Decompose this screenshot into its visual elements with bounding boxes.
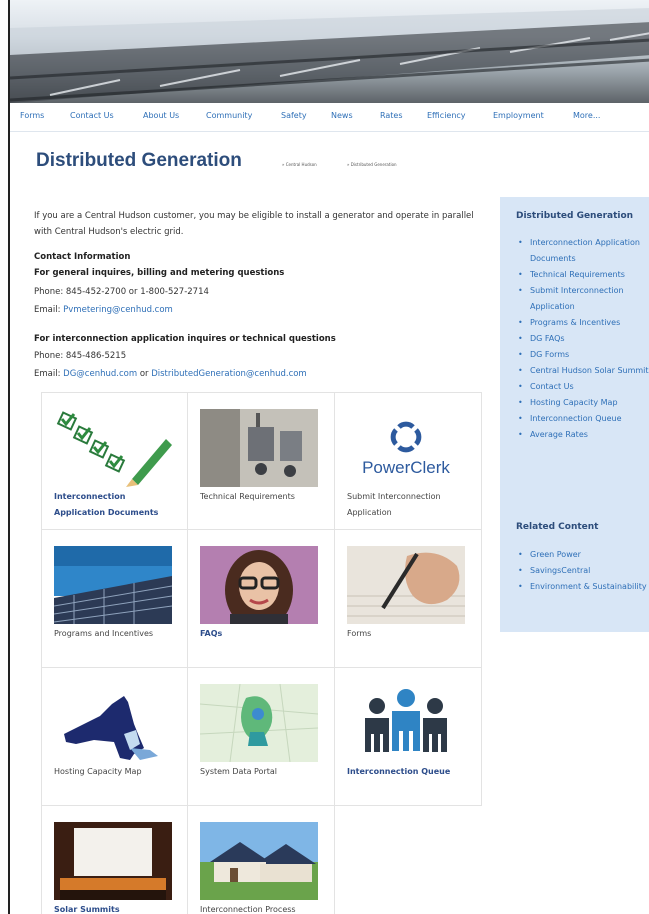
sidebar: Distributed Generation Interconnection A… [500,197,649,632]
tile-interconnection-process[interactable]: Interconnection Process [188,806,335,914]
electrical-panel-icon [200,409,318,487]
tile-submit-application[interactable]: PowerClerk Submit Interconnection Applic… [335,392,482,530]
tile-label[interactable]: System Data Portal [200,764,325,780]
tile-label[interactable]: Hosting Capacity Map [54,764,179,780]
hand-writing-icon [347,546,465,624]
person-headset-icon [200,546,318,624]
general-email-line: Email: Pvmetering@cenhud.com [34,305,173,315]
technical-email-link-2[interactable]: DistributedGeneration@cenhud.com [151,369,307,379]
solar-array-icon [54,546,172,624]
sidebar-item-dg-forms[interactable]: DG Forms [518,347,649,363]
tile-label[interactable]: Technical Requirements [200,489,325,505]
sidebar-item-dg-faqs[interactable]: DG FAQs [518,331,649,347]
sidebar-item-interconnection-documents[interactable]: Interconnection Application Documents [518,235,649,267]
tile-interconnection-documents[interactable]: Interconnection Application Documents [41,392,188,530]
nav-rates[interactable]: Rates [380,111,403,120]
tile-label[interactable]: Submit Interconnection Application [347,489,472,521]
technical-phone: Phone: 845-486-5215 [34,351,127,361]
related-item-green-power[interactable]: Green Power [518,547,649,563]
sidebar-heading: Distributed Generation [516,211,634,221]
page-title: Distributed Generation [36,150,242,171]
checklist-icon [54,409,172,487]
tile-faqs[interactable]: FAQs [188,530,335,668]
sidebar-item-submit-application[interactable]: Submit Interconnection Application [518,283,649,315]
tile-interconnection-queue[interactable]: Interconnection Queue [335,668,482,806]
tile-system-data-portal[interactable]: System Data Portal [188,668,335,806]
sidebar-item-average-rates[interactable]: Average Rates [518,427,649,443]
tile-technical-requirements[interactable]: Technical Requirements [188,392,335,530]
general-email-label: Email: [34,305,61,315]
related-content-list: Green Power SavingsCentral Environment &… [518,547,649,595]
people-queue-icon [347,684,465,762]
nav-more[interactable]: More... [573,111,600,120]
nav-employment[interactable]: Employment [493,111,544,120]
general-email-link[interactable]: Pvmetering@cenhud.com [63,305,173,315]
tile-grid: Interconnection Application Documents Te… [41,392,482,914]
related-content-heading: Related Content [516,522,599,532]
technical-email-label: Email: [34,369,61,379]
intro-text: If you are a Central Hudson customer, yo… [34,211,474,237]
sidebar-list: Interconnection Application Documents Te… [518,235,649,443]
technical-email-or: or [139,369,149,379]
sidebar-item-contact-us[interactable]: Contact Us [518,379,649,395]
tile-solar-summits[interactable]: Solar Summits [41,806,188,914]
new-york-map-icon [54,684,172,762]
tile-label[interactable]: Interconnection Queue [347,764,472,780]
nav-contact-us[interactable]: Contact Us [70,111,114,120]
tile-label[interactable]: FAQs [200,626,325,642]
breadcrumb-central-hudson[interactable]: » Central Hudson [282,162,317,167]
tile-label[interactable]: Interconnection Process [200,902,325,914]
technical-email-line: Email: DG@cenhud.com or DistributedGener… [34,369,307,379]
technical-email-link-1[interactable]: DG@cenhud.com [63,369,137,379]
tile-label[interactable]: Programs and Incentives [54,626,179,642]
main-nav: Forms Contact Us About Us Community Safe… [10,103,649,132]
sidebar-item-programs-incentives[interactable]: Programs & Incentives [518,315,649,331]
data-map-icon [200,684,318,762]
page-frame: Forms Contact Us About Us Community Safe… [8,0,649,914]
powerclerk-logo: PowerClerk [347,409,465,487]
stage-icon [54,822,172,900]
tile-label[interactable]: Solar Summits [54,902,179,914]
nav-efficiency[interactable]: Efficiency [427,111,466,120]
nav-community[interactable]: Community [206,111,252,120]
nav-forms[interactable]: Forms [20,111,44,120]
related-item-environment[interactable]: Environment & Sustainability [518,579,649,595]
tile-label[interactable]: Interconnection Application Documents [54,489,179,521]
tile-hosting-capacity-map[interactable]: Hosting Capacity Map [41,668,188,806]
general-phone: Phone: 845-452-2700 or 1-800-527-2714 [34,287,209,297]
sidebar-item-technical-requirements[interactable]: Technical Requirements [518,267,649,283]
nav-safety[interactable]: Safety [281,111,307,120]
nav-news[interactable]: News [331,111,353,120]
tile-forms[interactable]: Forms [335,530,482,668]
breadcrumb-current: » Distributed Generation [347,162,397,167]
tile-programs-incentives[interactable]: Programs and Incentives [41,530,188,668]
related-item-savingscentral[interactable]: SavingsCentral [518,563,649,579]
general-questions-heading: For general inquires, billing and meteri… [34,268,285,278]
technical-questions-heading: For interconnection application inquires… [34,334,336,344]
sidebar-item-hosting-capacity-map[interactable]: Hosting Capacity Map [518,395,649,411]
solar-house-icon [200,822,318,900]
nav-about-us[interactable]: About Us [143,111,179,120]
sidebar-item-solar-summits[interactable]: Central Hudson Solar Summits [518,363,649,379]
solar-panel-banner [10,0,649,103]
tile-label[interactable]: Forms [347,626,472,642]
powerclerk-logo-text: PowerClerk [362,458,450,477]
sidebar-item-interconnection-queue[interactable]: Interconnection Queue [518,411,649,427]
contact-heading: Contact Information [34,252,131,262]
